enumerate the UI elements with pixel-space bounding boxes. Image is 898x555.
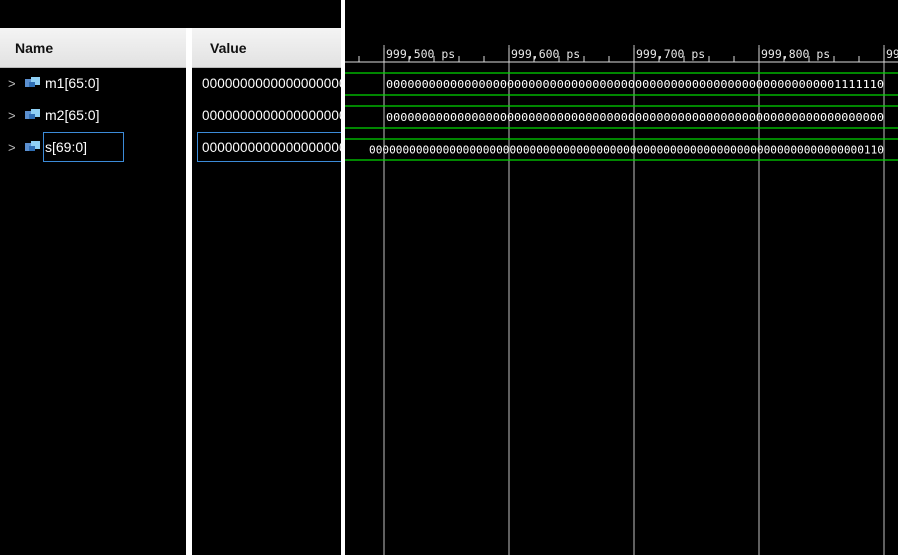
signal-name: m1[65:0] (45, 75, 100, 91)
signal-value-m2: 0000000000000000000000000000000000000000… (202, 107, 341, 123)
timescale-tick-label: 999,600 ps (511, 47, 580, 61)
bus-signal-icon (25, 77, 40, 87)
expand-chevron-icon[interactable]: > (8, 76, 16, 91)
name-column-header[interactable]: Name (0, 28, 186, 68)
bus-wave-value-label: 0000000000000000000000000000000000000000… (386, 112, 884, 124)
timescale-tick-label: 999,500 ps (386, 47, 455, 61)
name-header-label: Name (15, 39, 54, 56)
value-column-header[interactable]: Value (192, 28, 341, 68)
bus-signal-icon (25, 109, 40, 119)
bus-signal-icon (25, 141, 40, 151)
timescale-tick-label: 999,800 ps (761, 47, 830, 61)
expand-chevron-icon[interactable]: > (8, 108, 16, 123)
timescale-tick-label: 99 (886, 47, 898, 61)
name-selection-outline (43, 132, 124, 162)
value-selection-outline (197, 132, 342, 162)
value-header-label: Value (210, 39, 247, 56)
expand-chevron-icon[interactable]: > (8, 140, 16, 155)
waveform-canvas[interactable]: 999,500 ps 999,600 ps 999,700 ps 999,800 ps… (345, 0, 898, 555)
timescale-tick-label: 999,700 ps (636, 47, 705, 61)
signal-row-m1[interactable]: > m1[65:0] (0, 71, 186, 95)
bus-wave-value-label: 0000000000000000000000000000000000000000… (369, 145, 884, 157)
signal-value-m1: 0000000000000000000000000000000000000000… (202, 75, 341, 91)
signal-row-m2[interactable]: > m2[65:0] (0, 103, 186, 127)
waveform-panel[interactable]: 999,500 ps 999,600 ps 999,700 ps 999,800 ps… (345, 0, 898, 555)
signal-name: m2[65:0] (45, 107, 100, 123)
bus-wave-value-label: 0000000000000000000000000000000000000000… (386, 79, 884, 91)
